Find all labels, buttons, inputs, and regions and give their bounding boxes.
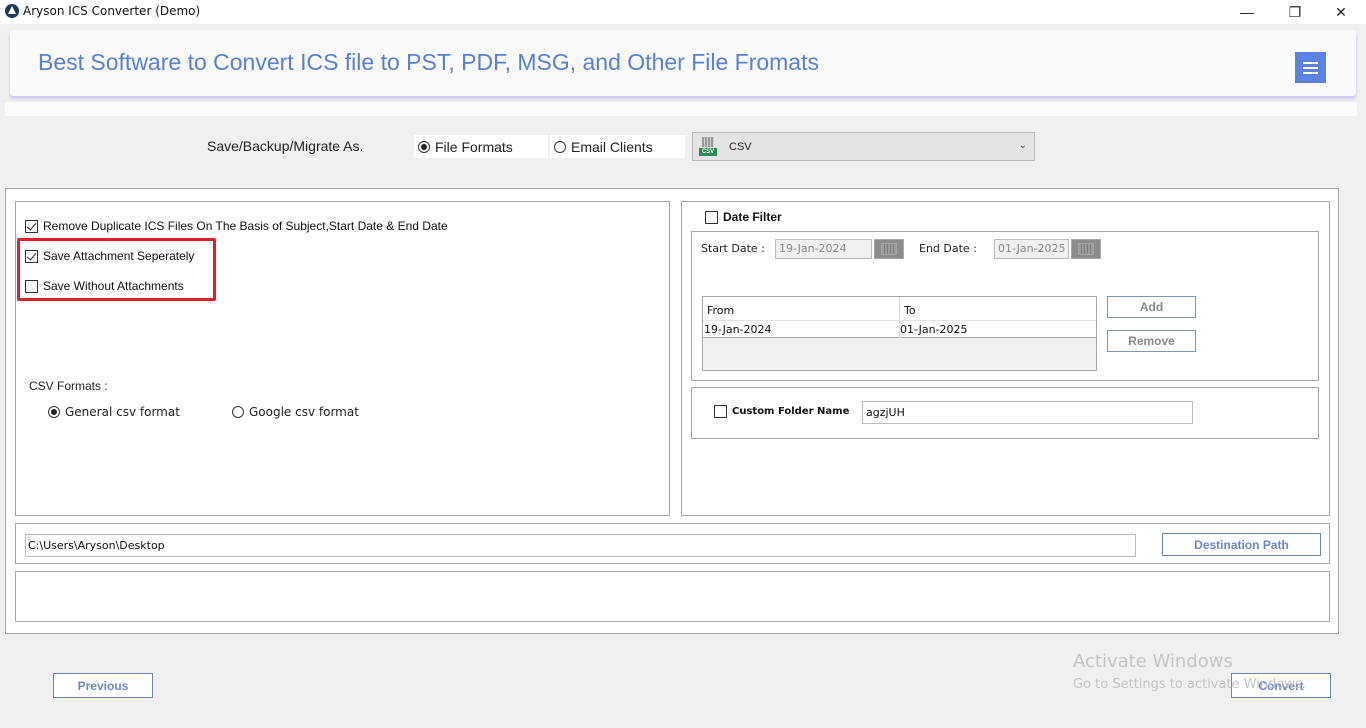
- general-csv-radio[interactable]: General csv format: [48, 405, 180, 419]
- start-date-input[interactable]: 19-Jan-2024: [775, 239, 872, 259]
- radio-unselected-icon: [232, 406, 244, 418]
- header-banner: Best Software to Convert ICS file to PST…: [10, 30, 1356, 96]
- close-button[interactable]: ✕: [1318, 0, 1364, 24]
- app-logo-icon: [5, 4, 19, 18]
- custom-folder-input[interactable]: agzjUH: [862, 401, 1193, 424]
- banner-title: Best Software to Convert ICS file to PST…: [38, 49, 819, 75]
- remove-duplicates-checkbox[interactable]: Remove Duplicate ICS Files On The Basis …: [25, 219, 448, 233]
- previous-button[interactable]: Previous: [53, 673, 153, 698]
- google-csv-radio[interactable]: Google csv format: [232, 405, 359, 419]
- date-range-table: From To 19-Jan-2024 01-Jan-2025: [702, 296, 1097, 371]
- start-date-calendar-button[interactable]: [874, 239, 904, 259]
- hamburger-icon-bar: [1303, 61, 1318, 64]
- checkbox-checked-icon: [25, 219, 38, 233]
- end-date-input[interactable]: 01-Jan-2025: [994, 239, 1069, 259]
- general-csv-label: General csv format: [65, 405, 180, 419]
- save-without-attachments-label: Save Without Attachments: [43, 279, 184, 293]
- hamburger-icon-bar: [1303, 71, 1318, 74]
- save-attachment-separately-checkbox[interactable]: Save Attachment Seperately: [25, 249, 194, 263]
- end-date-calendar-button[interactable]: [1071, 239, 1101, 259]
- restore-button[interactable]: ❐: [1272, 0, 1318, 24]
- title-bar: Aryson ICS Converter (Demo) — ❐ ✕: [0, 0, 1366, 24]
- csv-formats-label: CSV Formats :: [29, 379, 108, 393]
- column-header-to: To: [904, 304, 916, 317]
- checkbox-unchecked-icon: [714, 405, 727, 418]
- column-divider: [899, 297, 900, 338]
- calendar-icon: [881, 243, 897, 255]
- radio-unselected-icon: [554, 140, 566, 153]
- remove-duplicates-label: Remove Duplicate ICS Files On The Basis …: [43, 219, 448, 233]
- date-filter-checkbox[interactable]: Date Filter: [705, 210, 782, 224]
- destination-path-input[interactable]: C:\Users\Aryson\Desktop: [25, 534, 1136, 557]
- activate-windows-subtitle: Go to Settings to activate Windows.: [1073, 677, 1306, 692]
- destination-path-button[interactable]: Destination Path: [1162, 533, 1321, 556]
- save-as-label: Save/Backup/Migrate As.: [207, 138, 364, 154]
- custom-folder-label: Custom Folder Name: [732, 406, 850, 417]
- start-date-label: Start Date :: [701, 242, 765, 255]
- banner-divider: [5, 102, 1357, 116]
- save-without-attachments-checkbox[interactable]: Save Without Attachments: [25, 279, 184, 293]
- file-formats-radio[interactable]: File Formats: [414, 135, 548, 158]
- hamburger-icon-bar: [1303, 66, 1318, 69]
- radio-selected-icon: [48, 406, 60, 418]
- date-filter-label: Date Filter: [723, 210, 782, 224]
- checkbox-unchecked-icon: [705, 210, 718, 224]
- custom-folder-checkbox[interactable]: Custom Folder Name: [714, 405, 849, 418]
- calendar-icon: [1078, 243, 1094, 255]
- column-header-from: From: [707, 304, 735, 317]
- menu-button[interactable]: [1295, 52, 1326, 83]
- status-log-box: [15, 571, 1330, 622]
- checkbox-unchecked-icon: [25, 279, 38, 293]
- format-dropdown-value: CSV: [729, 140, 752, 153]
- email-clients-radio[interactable]: Email Clients: [550, 135, 685, 158]
- window-title: Aryson ICS Converter (Demo): [23, 4, 201, 18]
- save-attachment-separately-label: Save Attachment Seperately: [43, 249, 195, 263]
- email-clients-label: Email Clients: [571, 138, 653, 155]
- table-cell-from: 19-Jan-2024: [704, 323, 772, 336]
- table-cell-to: 01-Jan-2025: [900, 323, 968, 336]
- end-date-label: End Date :: [919, 242, 977, 255]
- minimize-button[interactable]: —: [1224, 0, 1270, 24]
- file-formats-label: File Formats: [435, 138, 513, 155]
- radio-selected-icon: [418, 140, 430, 153]
- csv-file-icon: CSV: [699, 136, 717, 157]
- google-csv-label: Google csv format: [249, 405, 359, 419]
- checkbox-checked-icon: [25, 249, 38, 263]
- activate-windows-title: Activate Windows: [1073, 651, 1233, 672]
- chevron-down-icon: ⌄: [1018, 140, 1027, 151]
- format-dropdown[interactable]: CSV CSV ⌄: [692, 132, 1035, 161]
- add-date-range-button[interactable]: Add: [1107, 296, 1196, 318]
- remove-date-range-button[interactable]: Remove: [1107, 330, 1196, 352]
